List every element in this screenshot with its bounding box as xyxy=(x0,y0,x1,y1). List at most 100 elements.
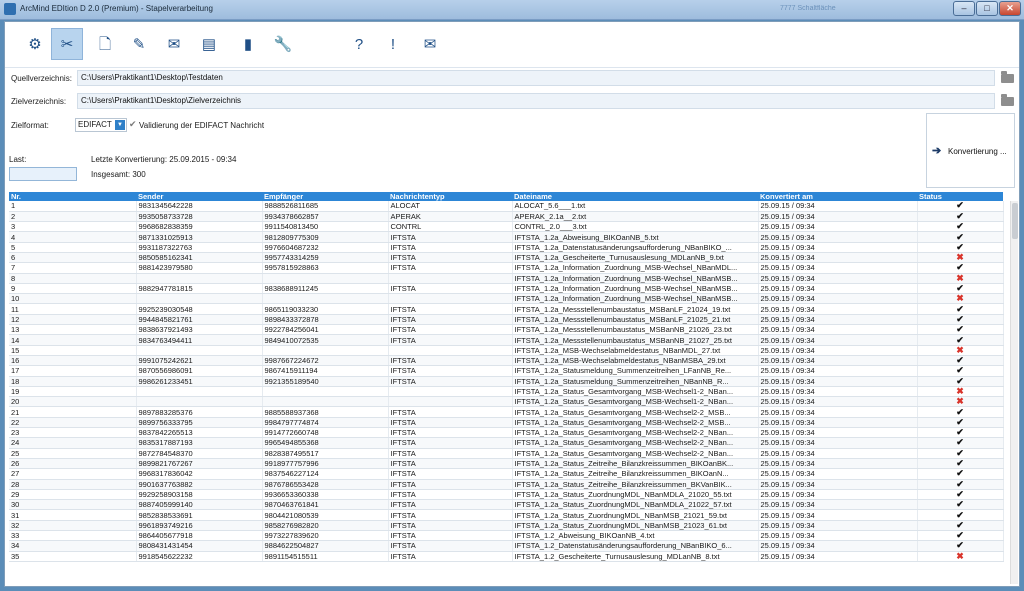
column-header[interactable]: Empfänger xyxy=(262,192,388,201)
checkmark-icon[interactable]: ✔ xyxy=(129,119,137,130)
toolbar-button-batch-tools[interactable]: ✂ xyxy=(51,28,83,60)
table-row[interactable]: 13 9838637921493 9922784256041 IFTSTA IFTSTA… xyxy=(9,324,1004,336)
table-cell: IFTSTA_1.2a_MSB-Wechselabmeldestatus_NBa… xyxy=(512,355,759,367)
table-row[interactable]: 16 9991075242621 9987667224672 IFTSTA IFTSTA… xyxy=(9,355,1004,367)
table-row[interactable]: 24 9835317887193 9965494855368 IFTSTA IFTSTA… xyxy=(9,437,1004,449)
target-folder-button[interactable] xyxy=(998,93,1016,109)
convert-button[interactable]: ➔ Konvertierung ... xyxy=(926,113,1015,188)
table-cell: 25.09.15 / 09:34 xyxy=(758,283,918,295)
table-row[interactable]: 19 IFTSTA_1.2a_Status_Gesamtvorgang_MSB-W… xyxy=(9,386,1004,398)
toolbar-button-mail-document[interactable]: ✉ xyxy=(158,28,190,60)
status-cell: ✔ xyxy=(917,479,1004,490)
column-header[interactable]: Status xyxy=(917,192,1003,201)
success-check-icon: ✔ xyxy=(956,479,964,489)
table-row[interactable]: 12 9944845821761 9898433372878 IFTSTA IFTSTA… xyxy=(9,314,1004,326)
table-cell: IFTSTA xyxy=(388,448,513,459)
table-row[interactable]: 21 9897883285376 9885588937368 IFTSTA IFTSTA… xyxy=(9,406,1004,418)
table-row[interactable]: 8 IFTSTA_1.2a_Information_Zuordnung_MSB-W… xyxy=(9,273,1004,284)
table-cell xyxy=(262,293,389,305)
table-cell: 9897883285376 xyxy=(136,406,263,418)
table-cell: ALOCAT_5.6___1.txt xyxy=(512,201,759,212)
toolbar-button-new-document[interactable]: 🗋 xyxy=(89,28,121,60)
table-row[interactable]: 34 9808431431454 9884622504827 IFTSTA IFTSTA… xyxy=(9,540,1004,552)
wrench-icon: 🔧 xyxy=(273,35,293,53)
table-row[interactable]: 26 9899821767267 9918977757996 IFTSTA IFTSTA… xyxy=(9,458,1004,470)
close-button[interactable]: ✕ xyxy=(999,1,1021,16)
table-row[interactable]: 29 9929258903158 9936653360338 IFTSTA IFTSTA… xyxy=(9,489,1004,501)
table-row[interactable]: 22 9899756333795 9984797774874 IFTSTA IFTSTA… xyxy=(9,417,1004,429)
table-row[interactable]: 17 9870556986091 9867415911194 IFTSTA IFTSTA… xyxy=(9,365,1004,377)
column-header[interactable]: Sender xyxy=(136,192,262,201)
vertical-scrollbar[interactable] xyxy=(1010,201,1018,584)
table-cell: 9834763494411 xyxy=(136,334,263,346)
table-cell: 25.09.15 / 09:34 xyxy=(758,509,918,521)
table-cell: IFTSTA_1.2a_Status_Zeitreihe_Bilanzkreis… xyxy=(512,468,759,480)
new-document-icon: 🗋 xyxy=(98,35,112,53)
table-row[interactable]: 15 IFTSTA_1.2a_MSB-Wechselabmeldestatus_N… xyxy=(9,345,1004,356)
minimize-button[interactable]: – xyxy=(953,1,975,16)
table-cell: 25.09.15 / 09:34 xyxy=(758,406,918,418)
source-folder-button[interactable] xyxy=(998,70,1016,86)
status-cell: ✔ xyxy=(917,520,1004,532)
toolbar-button-wrench[interactable]: 🔧 xyxy=(267,28,299,60)
table-row[interactable]: 4 9871331025913 9812809775309 IFTSTA IFTSTA_… xyxy=(9,231,1004,243)
toolbar-button-help-search[interactable]: ? xyxy=(343,28,375,60)
last-conversion-text: Letzte Konvertierung: 25.09.2015 - 09:34 xyxy=(91,155,237,164)
table-row[interactable]: 9 9882947781815 9838688911245 IFTSTA IFTSTA_… xyxy=(9,283,1004,295)
table-row[interactable]: 32 9961893749216 9858276982820 IFTSTA IFTSTA… xyxy=(9,520,1004,532)
column-header[interactable]: Nr. xyxy=(9,192,136,201)
scrollbar-thumb[interactable] xyxy=(1012,203,1018,239)
toolbar-button-settings-person[interactable]: ⚙ xyxy=(19,28,51,60)
table-cell: IFTSTA xyxy=(388,427,513,439)
table-row[interactable]: 5 9931187322763 9976604687232 IFTSTA IFTSTA_… xyxy=(9,242,1004,253)
table-cell: 25.09.15 / 09:34 xyxy=(758,437,918,449)
table-cell: IFTSTA xyxy=(388,509,513,521)
toolbar-button-mail-send[interactable]: ✉ xyxy=(414,28,446,60)
table-row[interactable]: 31 9852838533691 9804421080539 IFTSTA IFTSTA… xyxy=(9,509,1004,521)
success-check-icon: ✔ xyxy=(956,427,964,438)
toolbar-button-stack[interactable]: ▤ xyxy=(193,28,225,60)
column-header[interactable]: Nachrichtentyp xyxy=(388,192,512,201)
table-row[interactable]: 25 9872784548370 9828387495517 IFTSTA IFTSTA… xyxy=(9,448,1004,459)
table-cell: 25.09.15 / 09:34 xyxy=(758,324,918,336)
table-row[interactable]: 20 IFTSTA_1.2a_Status_Gesamtvorgang_MSB-W… xyxy=(9,396,1004,408)
table-cell: IFTSTA xyxy=(388,417,513,429)
table-row[interactable]: 30 9887405999140 9870463761841 IFTSTA IFTSTA… xyxy=(9,499,1004,511)
table-row[interactable]: 33 9864405677918 9973227839620 IFTSTA IFTSTA… xyxy=(9,530,1004,542)
table-row[interactable]: 11 9925239030548 9865119033230 IFTSTA IFTSTA… xyxy=(9,303,1004,315)
table-cell: 12 xyxy=(9,314,137,326)
table-cell: 25.09.15 / 09:34 xyxy=(758,211,918,223)
table-row[interactable]: 35 9918545622232 9891154515511 IFTSTA IFTSTA… xyxy=(9,551,1004,562)
table-cell: IFTSTA_1.2a_Status_Gesamtvorgang_MSB-Wec… xyxy=(512,448,759,459)
table-cell: IFTSTA_1.2a_Statusmeldung_Summenzeitreih… xyxy=(512,365,759,377)
toolbar-button-edit-document[interactable]: ✎ xyxy=(123,28,155,60)
table-row[interactable]: 7 9881423979580 9957815928863 IFTSTA IFTSTA_… xyxy=(9,262,1004,274)
column-header[interactable]: Konvertiert am xyxy=(758,192,917,201)
table-cell: 25.09.15 / 09:34 xyxy=(758,334,918,346)
table-row[interactable]: 1 9831345642228 9888526811685 ALOCAT ALOCAT_… xyxy=(9,201,1004,212)
column-header[interactable]: Dateiname xyxy=(512,192,758,201)
toolbar-button-info-exclaim[interactable]: ! xyxy=(377,28,409,60)
table-cell: 25.09.15 / 09:34 xyxy=(758,520,918,532)
table-cell: IFTSTA_1.2a_MSB-Wechselabmeldestatus_NBa… xyxy=(512,345,759,356)
status-cell: ✔ xyxy=(917,201,1004,212)
table-row[interactable]: 14 9834763494411 9849410072535 IFTSTA IFTSTA… xyxy=(9,334,1004,346)
table-cell: IFTSTA xyxy=(388,355,513,367)
table-row[interactable]: 18 9986261233451 9921355189540 IFTSTA IFTSTA… xyxy=(9,376,1004,387)
table-row[interactable]: 28 9901637763882 9876786553428 IFTSTA IFTSTA… xyxy=(9,479,1004,490)
maximize-button[interactable]: □ xyxy=(976,1,998,16)
status-cell: ✔ xyxy=(917,303,1004,315)
source-path-field[interactable]: C:\Users\Praktikant1\Desktop\Testdaten xyxy=(77,70,995,86)
table-row[interactable]: 10 IFTSTA_1.2a_Information_Zuordnung_MSB-… xyxy=(9,293,1004,305)
toolbar-button-device[interactable]: ▮ xyxy=(232,28,264,60)
table-cell: IFTSTA_1.2a_Status_Gesamtvorgang_MSB-Wec… xyxy=(512,437,759,449)
table-row[interactable]: 27 9968317836042 9837546227124 IFTSTA IFTSTA… xyxy=(9,468,1004,480)
format-select[interactable]: EDIFACT ▼ xyxy=(75,118,127,132)
table-row[interactable]: 3 9968682838359 9911540813450 CONTRL CONTRL_… xyxy=(9,221,1004,233)
table-cell: 1 xyxy=(9,201,137,212)
table-cell xyxy=(262,273,389,284)
target-path-field[interactable]: C:\Users\Praktikant1\Desktop\Zielverzeic… xyxy=(77,93,995,109)
table-row[interactable]: 6 9850585162341 9957743314259 IFTSTA IFTSTA_… xyxy=(9,252,1004,264)
table-row[interactable]: 23 9837842265513 9914772660748 IFTSTA IFTSTA… xyxy=(9,427,1004,439)
table-row[interactable]: 2 9935058733728 9934378662857 APERAK APERAK_… xyxy=(9,211,1004,223)
